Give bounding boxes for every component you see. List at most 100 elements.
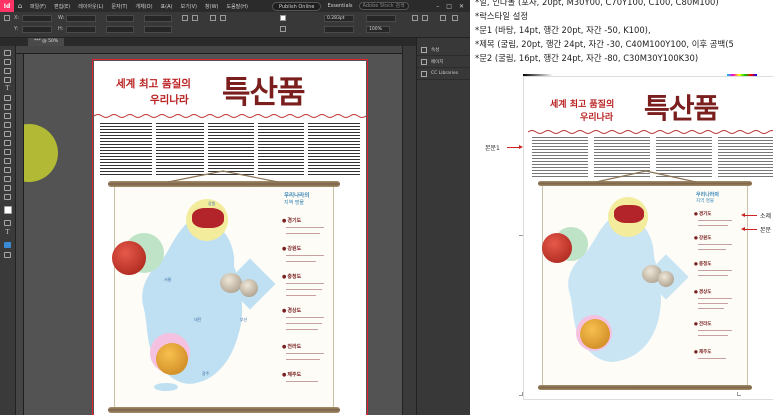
screen-mode-icon[interactable] — [4, 252, 11, 258]
page-tool-icon[interactable] — [4, 68, 11, 74]
scissors-tool-icon[interactable] — [4, 140, 11, 146]
workspace-switcher[interactable]: Essentials — [327, 3, 352, 9]
eyedropper-tool-icon[interactable] — [4, 176, 11, 182]
rotate-field[interactable] — [144, 15, 172, 22]
instruction-line: *일, 인다볼 (포자, 20pt, M30Y00, C70Y100, C100… — [475, 0, 719, 7]
maximize-icon[interactable]: □ — [446, 3, 452, 10]
pen-tool-icon[interactable] — [4, 104, 11, 110]
ref-title-line2: 우리나라 — [580, 113, 614, 123]
screen: Id ⌂ 파일(F) 편집(E) 레이아웃(L) 문자(T) 개체(O) 표(A… — [0, 0, 773, 415]
menu-type[interactable]: 문자(T) — [107, 3, 131, 10]
instruction-document: *일, 인다볼 (포자, 20pt, M30Y00, C70Y100, C100… — [475, 0, 773, 415]
menu-object[interactable]: 개체(O) — [132, 3, 157, 10]
stroke-type-field[interactable] — [324, 26, 354, 33]
menu-view[interactable]: 보기(V) — [176, 3, 201, 10]
hand-tool-icon[interactable] — [4, 185, 11, 191]
minimize-icon[interactable]: – — [436, 3, 439, 10]
gradient-tool-icon[interactable] — [4, 158, 11, 164]
arrow-icon — [741, 213, 757, 217]
pencil-tool-icon[interactable] — [4, 113, 11, 119]
tools-panel: T T — [0, 46, 16, 415]
cc-libraries-icon — [421, 70, 427, 77]
menu-edit[interactable]: 편집(E) — [50, 3, 74, 10]
type-tool-icon[interactable]: T — [4, 86, 11, 92]
layout-page[interactable]: 세계 최고 품질의 우리나라 특산품 서울 강원 대전 부산 광주 우리나라의 … — [94, 61, 366, 415]
rectangle-tool-icon[interactable] — [4, 131, 11, 137]
stroke-color-icon[interactable] — [4, 220, 11, 226]
body-text-frame[interactable] — [100, 123, 360, 175]
map-label: 강원 — [208, 201, 216, 206]
citrus-image — [156, 343, 188, 375]
text-wrap-icon[interactable] — [412, 15, 418, 21]
region-item: 충청도 — [282, 273, 301, 280]
stroke-swatch-icon[interactable] — [280, 26, 286, 32]
opacity-field[interactable]: 100% — [366, 26, 390, 33]
pages-icon — [421, 58, 427, 65]
reference-page: 세계 최고 품질의 우리나라 특산품 우리나라의 지역 명물 ● 경기도 ● 강… — [523, 76, 773, 400]
annotation-subtitle: 소제 — [760, 213, 772, 220]
menu-help[interactable]: 도움말(H) — [222, 3, 251, 10]
annotation-body1: 본문1 — [485, 145, 500, 152]
ref-region-subheading: 지역 명물 — [696, 199, 714, 204]
menu-file[interactable]: 파일(F) — [26, 3, 50, 10]
scale-x-field[interactable] — [106, 15, 134, 22]
publish-online-button[interactable]: Publish Online — [271, 1, 322, 11]
map-label: 서울 — [164, 277, 172, 282]
fill-color-icon[interactable] — [4, 206, 12, 214]
flip-v-icon[interactable] — [192, 15, 198, 21]
menu-table[interactable]: 표(A) — [157, 3, 177, 10]
stock-search-input[interactable]: Adobe Stock 검색 — [358, 2, 409, 10]
height-field[interactable] — [66, 26, 96, 33]
zoom-tool-icon[interactable] — [4, 194, 11, 200]
free-transform-tool-icon[interactable] — [4, 149, 11, 155]
select-content-icon[interactable] — [220, 15, 226, 21]
line-tool-icon[interactable] — [4, 95, 11, 101]
document-tab[interactable]: *** @ 50% — [28, 38, 65, 46]
gap-tool-icon[interactable] — [4, 77, 11, 83]
pages-panel-tab[interactable]: 페이지 — [417, 56, 470, 68]
direct-selection-tool-icon[interactable] — [4, 59, 11, 65]
y-field[interactable] — [22, 26, 52, 33]
select-container-icon[interactable] — [210, 15, 216, 21]
layout-title-line1: 세계 최고 품질의 — [116, 78, 191, 90]
shear-field[interactable] — [144, 26, 172, 33]
align-icon[interactable] — [440, 15, 446, 21]
formatting-text-icon[interactable]: T — [4, 230, 11, 236]
x-field[interactable] — [22, 15, 52, 22]
map-label: 광주 — [202, 371, 210, 376]
flip-h-icon[interactable] — [182, 15, 188, 21]
width-field[interactable] — [66, 15, 96, 22]
ref-region-item: 경상도 — [694, 289, 711, 295]
layout-title-line2: 우리나라 — [150, 94, 189, 106]
menu-window[interactable]: 창(W) — [201, 3, 222, 10]
apply-color-icon[interactable] — [4, 242, 11, 248]
selection-tool-icon[interactable] — [4, 50, 11, 56]
distribute-icon[interactable] — [452, 15, 458, 21]
garlic-image — [220, 273, 242, 293]
rectangle-frame-tool-icon[interactable] — [4, 122, 11, 128]
annotation-body2: 본문 — [760, 227, 772, 234]
control-panel: X: Y: W: H: 0.283pt 100% — [0, 12, 470, 38]
effects-field[interactable] — [366, 15, 396, 22]
region-item: 강원도 — [282, 245, 301, 252]
map-label: 부산 — [240, 317, 248, 322]
beef-image — [192, 208, 224, 228]
note-tool-icon[interactable] — [4, 167, 11, 173]
properties-panel-tab[interactable]: 속성 — [417, 44, 470, 56]
ref-brush-title: 특산품 — [644, 92, 719, 125]
horizontal-ruler — [16, 46, 402, 54]
home-icon[interactable]: ⌂ — [14, 2, 26, 10]
fitting-icon[interactable] — [422, 15, 428, 21]
fill-swatch-icon[interactable] — [280, 15, 286, 21]
reference-point-icon[interactable] — [4, 15, 10, 21]
apple-image — [112, 241, 146, 275]
vertical-scrollbar[interactable] — [402, 46, 416, 415]
stroke-weight-field[interactable]: 0.283pt — [324, 15, 354, 22]
close-icon[interactable]: ✕ — [459, 3, 464, 10]
scale-y-field[interactable] — [106, 26, 134, 33]
document-tabs: *** @ 50% — [0, 38, 470, 46]
region-item: 경기도 — [282, 217, 301, 224]
indesign-logo: Id — [0, 0, 14, 12]
menu-layout[interactable]: 레이아웃(L) — [74, 3, 107, 10]
cc-libraries-panel-tab[interactable]: CC Libraries — [417, 68, 470, 80]
